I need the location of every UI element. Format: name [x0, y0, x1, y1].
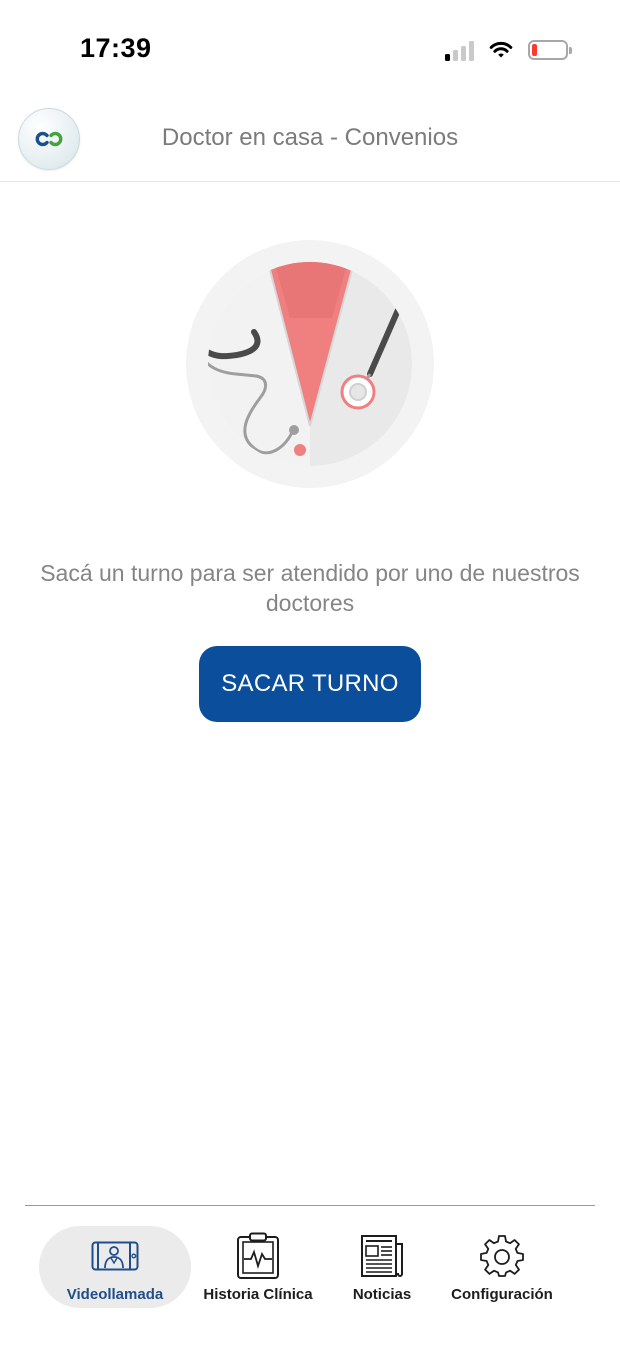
battery-icon: [528, 40, 572, 60]
app-header: Doctor en casa - Convenios: [0, 100, 620, 182]
status-icons: [445, 36, 572, 64]
nav-label-configuracion: Configuración: [451, 1286, 553, 1303]
screen: 17:39 Doctor en casa - Convenios Sacá un…: [0, 0, 620, 1347]
nav-label-historia-clinica: Historia Clínica: [203, 1286, 313, 1303]
clipboard-icon: [236, 1232, 280, 1280]
nav-item-videollamada[interactable]: Videollamada: [39, 1226, 191, 1308]
wifi-icon: [489, 41, 513, 58]
bottom-nav: Videollamada Historia Clínica Noticias C…: [0, 1206, 620, 1347]
nav-label-noticias: Noticias: [352, 1286, 412, 1303]
video-call-icon: [91, 1232, 139, 1280]
doctor-illustration: [186, 240, 434, 488]
signal-icon: [445, 39, 474, 61]
status-time: 17:39: [80, 33, 152, 63]
gear-icon: [480, 1232, 524, 1280]
nav-item-historia-clinica[interactable]: Historia Clínica: [196, 1226, 320, 1308]
nav-label-videollamada: Videollamada: [66, 1286, 164, 1303]
nav-item-configuracion[interactable]: Configuración: [444, 1226, 560, 1308]
nav-item-noticias[interactable]: Noticias: [342, 1226, 422, 1308]
status-bar: 17:39: [0, 0, 620, 100]
prompt-text: Sacá un turno para ser atendido por uno …: [40, 560, 580, 616]
newspaper-icon: [360, 1232, 404, 1280]
page-title: Doctor en casa - Convenios: [161, 124, 459, 151]
sacar-turno-button[interactable]: SACAR TURNO: [199, 646, 421, 722]
